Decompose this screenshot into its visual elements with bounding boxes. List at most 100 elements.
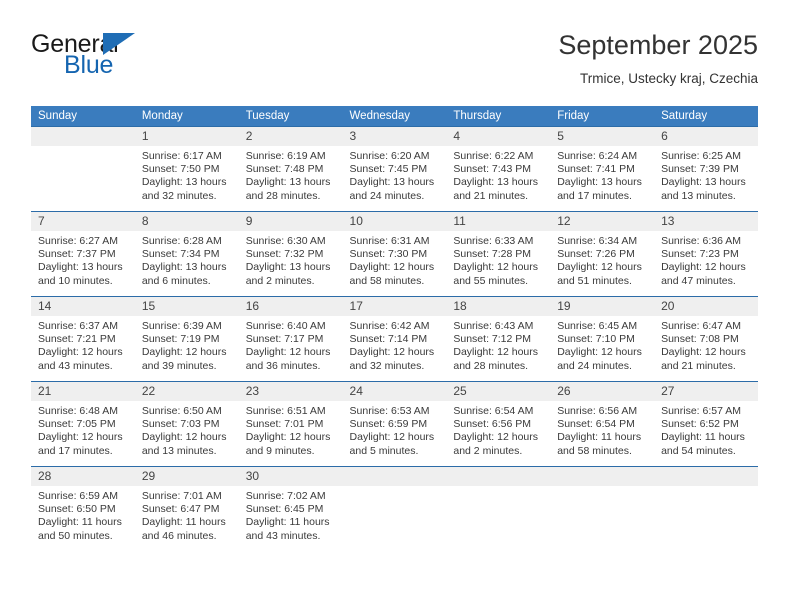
calendar-day-cell[interactable]: 2 Sunrise: 6:19 AM Sunset: 7:48 PM Daylight… (238, 126, 343, 212)
day-details: Sunrise: 6:56 AM Sunset: 6:54 PM Daylight:… (550, 401, 654, 458)
sunrise-text: Sunrise: 6:47 AM (661, 320, 742, 332)
day-details: Sunrise: 6:51 AM Sunset: 7:01 PM Daylight:… (239, 401, 343, 458)
day-details: Sunrise: 6:20 AM Sunset: 7:45 PM Daylight:… (343, 146, 447, 203)
calendar-day-cell[interactable]: 1 Sunrise: 6:17 AM Sunset: 7:50 PM Daylight… (134, 126, 239, 212)
daylight-text-line1: Daylight: 12 hours (349, 431, 435, 444)
daylight-text-line2: and 50 minutes. (38, 529, 113, 542)
day-details: Sunrise: 7:02 AM Sunset: 6:45 PM Daylight:… (239, 486, 343, 543)
day-details: Sunrise: 6:25 AM Sunset: 7:39 PM Daylight:… (654, 146, 758, 203)
daylight-text-line1: Daylight: 13 hours (453, 176, 539, 189)
daylight-text-line1: Daylight: 13 hours (245, 176, 331, 189)
calendar-day-cell[interactable]: 10 Sunrise: 6:31 AM Sunset: 7:30 PM Dayligh… (342, 211, 447, 297)
weekday-header-monday: Monday (134, 106, 239, 127)
day-details: Sunrise: 6:33 AM Sunset: 7:28 PM Daylight:… (446, 231, 550, 288)
sunset-text: Sunset: 7:23 PM (661, 248, 739, 261)
calendar-day-cell[interactable]: 4 Sunrise: 6:22 AM Sunset: 7:43 PM Daylight… (446, 126, 551, 212)
sunset-text: Sunset: 7:48 PM (245, 163, 324, 176)
sunrise-text: Sunrise: 6:42 AM (349, 320, 430, 332)
calendar-empty-cell (550, 466, 655, 551)
calendar-day-cell[interactable]: 20 Sunrise: 6:47 AM Sunset: 7:08 PM Dayligh… (654, 296, 758, 382)
daylight-text-line2: and 9 minutes. (245, 444, 315, 457)
calendar-day-cell[interactable]: 17 Sunrise: 6:42 AM Sunset: 7:14 PM Dayligh… (342, 296, 447, 382)
day-number: 26 (550, 382, 655, 401)
sunrise-text: Sunrise: 6:59 AM (38, 490, 118, 502)
daylight-text-line2: and 46 minutes. (141, 529, 217, 542)
daylight-text-line2: and 39 minutes. (141, 359, 217, 372)
sunrise-text: Sunrise: 6:24 AM (557, 150, 638, 162)
calendar-day-cell[interactable]: 7 Sunrise: 6:27 AM Sunset: 7:37 PM Daylight… (31, 211, 135, 297)
calendar-day-cell[interactable]: 18 Sunrise: 6:43 AM Sunset: 7:12 PM Dayligh… (446, 296, 551, 382)
daylight-text-line1: Daylight: 12 hours (349, 346, 435, 359)
page-header: General Blue September 2025 Trmice, Uste… (31, 28, 758, 98)
page-title: September 2025 (558, 30, 758, 60)
day-number: 22 (134, 382, 239, 401)
calendar-day-cell[interactable]: 13 Sunrise: 6:36 AM Sunset: 7:23 PM Dayligh… (654, 211, 758, 297)
calendar-day-cell[interactable]: 24 Sunrise: 6:53 AM Sunset: 6:59 PM Dayligh… (342, 381, 447, 467)
calendar-day-cell[interactable]: 30 Sunrise: 7:02 AM Sunset: 6:45 PM Dayligh… (238, 466, 343, 551)
calendar-day-cell[interactable]: 3 Sunrise: 6:20 AM Sunset: 7:45 PM Daylight… (342, 126, 447, 212)
calendar-day-cell[interactable]: 19 Sunrise: 6:45 AM Sunset: 7:10 PM Dayligh… (550, 296, 655, 382)
calendar-day-cell[interactable]: 27 Sunrise: 6:57 AM Sunset: 6:52 PM Dayligh… (654, 381, 758, 467)
daylight-text-line1: Daylight: 12 hours (245, 346, 331, 359)
daylight-text-line2: and 36 minutes. (245, 359, 321, 372)
calendar-day-cell[interactable]: 8 Sunrise: 6:28 AM Sunset: 7:34 PM Daylight… (134, 211, 239, 297)
calendar-day-cell[interactable]: 11 Sunrise: 6:33 AM Sunset: 7:28 PM Dayligh… (446, 211, 551, 297)
day-details: Sunrise: 6:54 AM Sunset: 6:56 PM Daylight:… (446, 401, 550, 458)
daylight-text-line2: and 55 minutes. (453, 274, 529, 287)
day-number: 29 (134, 467, 239, 486)
sunrise-text: Sunrise: 7:02 AM (245, 490, 326, 502)
calendar-day-cell[interactable]: 22 Sunrise: 6:50 AM Sunset: 7:03 PM Dayligh… (134, 381, 239, 467)
brand-name-blue: Blue (64, 51, 114, 79)
sunset-text: Sunset: 6:50 PM (38, 503, 116, 516)
day-details: Sunrise: 6:39 AM Sunset: 7:19 PM Daylight:… (135, 316, 239, 373)
calendar-day-cell[interactable]: 28 Sunrise: 6:59 AM Sunset: 6:50 PM Dayligh… (31, 466, 135, 551)
sunrise-text: Sunrise: 6:31 AM (349, 235, 430, 247)
calendar-day-cell[interactable]: 25 Sunrise: 6:54 AM Sunset: 6:56 PM Dayligh… (446, 381, 551, 467)
daylight-text-line2: and 5 minutes. (349, 444, 419, 457)
calendar-week-row: 1 Sunrise: 6:17 AM Sunset: 7:50 PM Daylight… (31, 126, 758, 212)
sunrise-text: Sunrise: 6:48 AM (38, 405, 118, 417)
sunset-text: Sunset: 6:56 PM (453, 418, 532, 431)
calendar-day-cell[interactable]: 15 Sunrise: 6:39 AM Sunset: 7:19 PM Dayligh… (134, 296, 239, 382)
calendar-day-cell[interactable]: 5 Sunrise: 6:24 AM Sunset: 7:41 PM Daylight… (550, 126, 655, 212)
daylight-text-line2: and 43 minutes. (38, 359, 113, 372)
brand-logo[interactable]: General Blue (31, 28, 261, 86)
day-number: 1 (134, 127, 239, 146)
day-number: 21 (31, 382, 135, 401)
daylight-text-line1: Daylight: 13 hours (245, 261, 331, 274)
weekday-header-saturday: Saturday (654, 106, 758, 127)
sunrise-text: Sunrise: 6:20 AM (349, 150, 430, 162)
day-details: Sunrise: 6:28 AM Sunset: 7:34 PM Daylight:… (135, 231, 239, 288)
day-details: Sunrise: 6:17 AM Sunset: 7:50 PM Daylight:… (135, 146, 239, 203)
sunrise-text: Sunrise: 6:39 AM (141, 320, 222, 332)
sunset-text: Sunset: 7:10 PM (557, 333, 635, 346)
calendar-day-cell[interactable]: 9 Sunrise: 6:30 AM Sunset: 7:32 PM Daylight… (238, 211, 343, 297)
daylight-text-line1: Daylight: 12 hours (141, 346, 227, 359)
calendar-day-cell[interactable]: 21 Sunrise: 6:48 AM Sunset: 7:05 PM Dayligh… (31, 381, 135, 467)
day-details: Sunrise: 7:01 AM Sunset: 6:47 PM Daylight:… (135, 486, 239, 543)
day-details: Sunrise: 6:47 AM Sunset: 7:08 PM Daylight:… (654, 316, 758, 373)
calendar-day-cell[interactable]: 26 Sunrise: 6:56 AM Sunset: 6:54 PM Dayligh… (550, 381, 655, 467)
day-number: 16 (238, 297, 343, 316)
day-number: 28 (31, 467, 135, 486)
day-number: 17 (342, 297, 447, 316)
sunrise-text: Sunrise: 6:28 AM (141, 235, 222, 247)
sunrise-text: Sunrise: 6:19 AM (245, 150, 326, 162)
daylight-text-line1: Daylight: 12 hours (453, 346, 539, 359)
sunrise-text: Sunrise: 6:37 AM (38, 320, 118, 332)
daylight-text-line2: and 21 minutes. (453, 189, 529, 202)
daylight-text-line2: and 51 minutes. (557, 274, 632, 287)
day-details: Sunrise: 6:48 AM Sunset: 7:05 PM Daylight:… (31, 401, 135, 458)
calendar-day-cell[interactable]: 12 Sunrise: 6:34 AM Sunset: 7:26 PM Dayligh… (550, 211, 655, 297)
daylight-text-line2: and 2 minutes. (453, 444, 523, 457)
calendar-day-cell[interactable]: 16 Sunrise: 6:40 AM Sunset: 7:17 PM Dayligh… (238, 296, 343, 382)
daylight-text-line2: and 28 minutes. (453, 359, 529, 372)
day-details: Sunrise: 6:45 AM Sunset: 7:10 PM Daylight:… (550, 316, 654, 373)
calendar-day-cell[interactable]: 23 Sunrise: 6:51 AM Sunset: 7:01 PM Dayligh… (238, 381, 343, 467)
calendar-day-cell[interactable]: 14 Sunrise: 6:37 AM Sunset: 7:21 PM Dayligh… (31, 296, 135, 382)
calendar-day-cell[interactable]: 6 Sunrise: 6:25 AM Sunset: 7:39 PM Daylight… (654, 126, 758, 212)
day-details: Sunrise: 6:34 AM Sunset: 7:26 PM Daylight:… (550, 231, 654, 288)
calendar-day-cell[interactable]: 29 Sunrise: 7:01 AM Sunset: 6:47 PM Dayligh… (134, 466, 239, 551)
sunset-text: Sunset: 7:39 PM (661, 163, 739, 176)
title-block: September 2025 Trmice, Ustecky kraj, Cze… (558, 28, 758, 89)
